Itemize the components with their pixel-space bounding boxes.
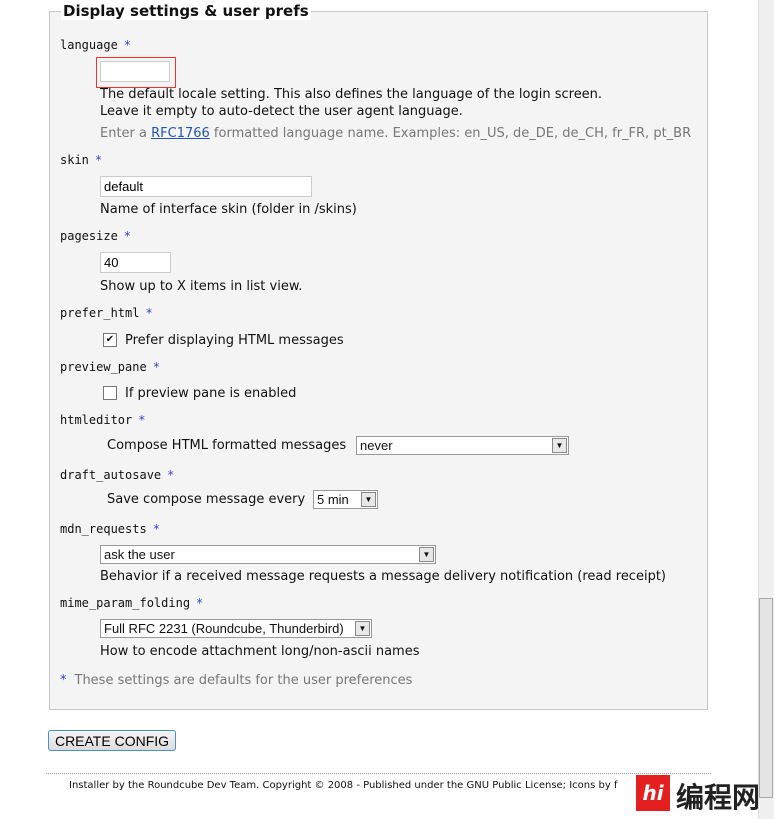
prefer-html-checkbox[interactable]: ✔ — [103, 333, 117, 347]
mdn-requests-desc: Behavior if a received message requests … — [100, 569, 666, 584]
language-label: language * — [60, 38, 132, 52]
scrollbar-thumb[interactable] — [759, 598, 773, 798]
pagesize-input[interactable] — [100, 252, 171, 273]
rfc1766-link[interactable]: RFC1766 — [151, 126, 210, 141]
draft-autosave-label: draft_autosave * — [60, 468, 175, 482]
pagesize-label: pagesize * — [60, 229, 132, 243]
htmleditor-label: htmleditor * — [60, 413, 146, 427]
skin-label: skin * — [60, 153, 103, 167]
mime-param-folding-desc: How to encode attachment long/non-ascii … — [100, 644, 420, 659]
language-input[interactable] — [100, 61, 170, 82]
preview-pane-desc: If preview pane is enabled — [125, 386, 297, 401]
pagesize-desc: Show up to X items in list view. — [100, 279, 303, 294]
chevron-down-icon: ▼ — [355, 621, 370, 636]
mdn-requests-select[interactable]: ask the user ▼ — [100, 545, 436, 564]
create-config-button[interactable]: CREATE CONFIG — [48, 730, 176, 751]
prefer-html-label: prefer_html * — [60, 306, 153, 320]
language-hint: Enter a RFC1766 formatted language name.… — [100, 126, 692, 141]
skin-desc: Name of interface skin (folder in /skins… — [100, 202, 357, 217]
draft-autosave-select[interactable]: 5 min ▼ — [313, 490, 378, 509]
draft-autosave-desc: Save compose message every — [107, 492, 306, 507]
language-desc-2: Leave it empty to auto-detect the user a… — [100, 104, 463, 119]
footer-divider — [46, 773, 711, 774]
mime-param-folding-select[interactable]: Full RFC 2231 (Roundcube, Thunderbird) ▼ — [100, 619, 372, 638]
footer-text: Installer by the Roundcube Dev Team. Cop… — [69, 780, 618, 791]
skin-input[interactable] — [100, 176, 312, 197]
preview-pane-checkbox[interactable] — [103, 386, 117, 400]
watermark-text: 编程网 — [676, 781, 761, 814]
htmleditor-desc: Compose HTML formatted messages — [107, 438, 347, 453]
preview-pane-label: preview_pane * — [60, 360, 160, 374]
chevron-down-icon: ▼ — [552, 438, 567, 453]
language-desc: The default locale setting. This also de… — [100, 87, 603, 102]
prefer-html-desc: Prefer displaying HTML messages — [125, 333, 344, 348]
htmleditor-select[interactable]: never ▼ — [356, 436, 569, 455]
mime-param-folding-label: mime_param_folding * — [60, 596, 204, 610]
fieldset-legend: Display settings & user prefs — [61, 2, 311, 20]
defaults-note: * These settings are defaults for the use… — [60, 673, 413, 688]
mdn-requests-label: mdn_requests * — [60, 522, 160, 536]
chevron-down-icon: ▼ — [361, 492, 376, 507]
chevron-down-icon: ▼ — [419, 547, 434, 562]
watermark-logo: hi — [636, 775, 670, 811]
